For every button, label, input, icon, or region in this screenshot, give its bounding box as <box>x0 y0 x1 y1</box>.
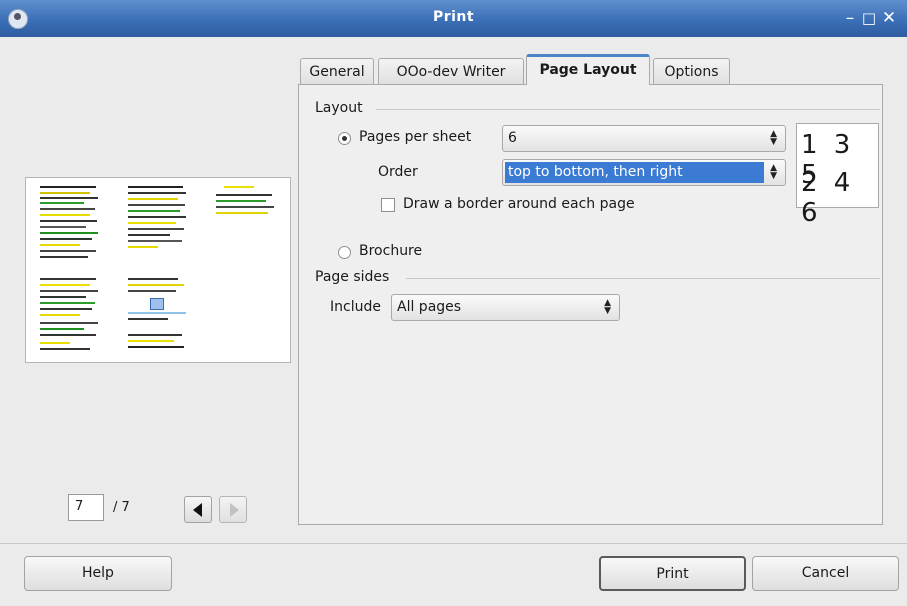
include-value: All pages <box>397 299 462 315</box>
layout-divider <box>376 109 880 110</box>
maximize-icon[interactable]: □ <box>860 9 878 27</box>
preview-page-3 <box>128 184 188 264</box>
brochure-label: Brochure <box>359 243 423 259</box>
help-button[interactable]: Help <box>24 556 172 591</box>
preview-page-4 <box>128 276 188 356</box>
order-value: top to bottom, then right <box>505 162 764 183</box>
arrow-left-icon <box>193 503 202 517</box>
preview-page-5 <box>216 184 276 224</box>
updown-icon: ▲ ▼ <box>770 163 777 181</box>
page-number-input[interactable]: 7 <box>68 494 104 521</box>
arrow-right-icon <box>230 503 239 517</box>
cancel-button[interactable]: Cancel <box>752 556 899 591</box>
pages-per-sheet-radio[interactable] <box>338 132 351 145</box>
order-preview: 1 3 5 2 4 6 <box>796 123 879 228</box>
close-icon[interactable]: ✕ <box>880 9 898 27</box>
tab-writer[interactable]: OOo-dev Writer <box>378 58 524 84</box>
previous-page-button[interactable] <box>184 496 212 523</box>
page-sides-divider <box>406 278 880 279</box>
next-page-button[interactable] <box>219 496 247 523</box>
tab-options[interactable]: Options <box>653 58 730 84</box>
page-total: / 7 <box>113 500 130 515</box>
preview-page-2 <box>40 276 100 356</box>
include-select[interactable]: All pages ▲ ▼ <box>391 294 620 321</box>
pages-per-sheet-label: Pages per sheet <box>359 129 472 145</box>
draw-border-checkbox[interactable] <box>381 198 395 212</box>
window-title: Print <box>432 9 475 25</box>
layout-section-label: Layout <box>315 100 363 116</box>
order-label: Order <box>378 164 418 180</box>
print-preview <box>25 177 291 363</box>
pages-per-sheet-value: 6 <box>508 130 517 146</box>
updown-icon: ▲ ▼ <box>770 129 777 147</box>
order-select[interactable]: top to bottom, then right ▲ ▼ <box>502 159 786 186</box>
print-button[interactable]: Print <box>599 556 746 591</box>
pages-per-sheet-select[interactable]: 6 ▲ ▼ <box>502 125 786 152</box>
tab-page-layout[interactable]: Page Layout <box>526 54 650 85</box>
title-bar[interactable]: Print – □ ✕ <box>0 0 907 37</box>
include-label: Include <box>330 299 381 315</box>
preview-page-1 <box>40 184 100 264</box>
draw-border-label: Draw a border around each page <box>403 196 635 212</box>
minimize-icon[interactable]: – <box>841 9 859 27</box>
page-sides-section-label: Page sides <box>315 269 390 285</box>
order-preview-row-2: 2 4 6 <box>801 168 855 228</box>
tab-general[interactable]: General <box>300 58 374 84</box>
updown-icon: ▲ ▼ <box>604 298 611 316</box>
brochure-radio[interactable] <box>338 246 351 259</box>
